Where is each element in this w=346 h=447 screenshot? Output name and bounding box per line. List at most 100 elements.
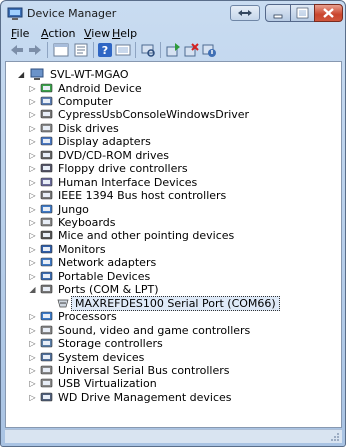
expand-arrow-icon[interactable]: ▷ <box>28 231 37 240</box>
expand-arrow-icon[interactable]: ▷ <box>28 245 37 254</box>
device-category[interactable]: ▷ Universal Serial Bus controllers <box>28 364 328 377</box>
toolbar-separator <box>47 42 48 58</box>
collapse-arrow-icon[interactable]: ◢ <box>28 285 37 294</box>
device-category[interactable]: ▷ Floppy drive controllers <box>28 162 328 175</box>
minimize-button[interactable] <box>265 4 291 22</box>
close-button[interactable] <box>314 4 343 22</box>
menu-view[interactable]: View <box>84 27 110 40</box>
menu-file[interactable]: File <box>11 27 29 40</box>
device-category[interactable]: ▷ System devices <box>28 351 328 364</box>
expand-arrow-icon[interactable]: ▷ <box>28 339 37 348</box>
device-category[interactable]: ▷ Jungo <box>28 203 328 216</box>
device-item[interactable]: MAXREFDES100 Serial Port (COM66) <box>44 295 344 311</box>
title-bar[interactable]: Device Manager <box>1 1 345 27</box>
expand-arrow-icon[interactable]: ▷ <box>28 258 37 267</box>
expand-arrow-icon[interactable]: ▷ <box>28 137 37 146</box>
maximize-button[interactable] <box>290 4 315 22</box>
expand-arrow-icon[interactable]: ▷ <box>28 191 37 200</box>
restore-down-button[interactable] <box>230 5 260 21</box>
expand-arrow-icon[interactable]: ▷ <box>28 97 37 106</box>
device-category-label: IEEE 1394 Bus host controllers <box>58 189 227 203</box>
expand-arrow-icon[interactable]: ▷ <box>28 312 37 321</box>
expand-arrow-icon[interactable]: ▷ <box>28 218 37 227</box>
device-category[interactable]: ▷ Processors <box>28 310 328 323</box>
device-category[interactable]: ▷ Mice and other pointing devices <box>28 229 328 242</box>
device-category[interactable]: ▷ Android Device <box>28 82 328 95</box>
show-hide-tree-icon[interactable] <box>53 42 69 58</box>
device-category-label: Floppy drive controllers <box>58 162 188 176</box>
device-category[interactable]: ▷ IEEE 1394 Bus host controllers <box>28 189 328 202</box>
uninstall-icon[interactable] <box>183 42 199 58</box>
device-category[interactable]: ▷ Network adapters <box>28 256 328 269</box>
device-category-label: Ports (COM & LPT) <box>58 283 159 297</box>
expand-arrow-icon[interactable]: ▷ <box>28 353 37 362</box>
serial-port-icon <box>57 299 69 308</box>
android-device-icon <box>40 83 53 92</box>
expand-arrow-icon[interactable]: ▷ <box>28 178 37 187</box>
device-category[interactable]: ▷ WD Drive Management devices <box>28 391 328 404</box>
resize-grip-icon[interactable] <box>330 432 340 442</box>
device-item-label: MAXREFDES100 Serial Port (COM66) <box>71 295 280 311</box>
device-category[interactable]: ▷ Storage controllers <box>28 337 328 350</box>
computer-root-icon <box>30 68 44 80</box>
minimize-icon <box>273 14 283 19</box>
device-category-label: Android Device <box>58 81 142 95</box>
window-title: Device Manager <box>27 7 117 20</box>
view-icon[interactable] <box>115 42 131 58</box>
expand-arrow-icon[interactable]: ▷ <box>28 84 37 93</box>
device-category-label: Sound, video and game controllers <box>58 323 251 337</box>
close-icon <box>323 8 334 18</box>
device-category[interactable]: ▷ Disk drives <box>28 122 328 135</box>
svg-text:?: ? <box>102 44 108 57</box>
monitor-icon <box>40 244 53 254</box>
device-category[interactable]: ▷ Portable Devices <box>28 270 328 283</box>
device-manager-window: Device Manager File Action View Help ? ◢… <box>0 0 346 447</box>
expand-arrow-icon[interactable]: ▷ <box>28 393 37 402</box>
computer-icon <box>40 96 53 106</box>
device-category[interactable]: ▷ DVD/CD-ROM drives <box>28 149 328 162</box>
device-category-label: Network adapters <box>58 256 157 270</box>
device-tree-panel[interactable]: ◢ SVL-WT-MGAO ▷ Android Device ▷ Computer ▷ C… <box>5 61 342 428</box>
storage-controller-icon <box>40 338 53 348</box>
maximize-icon <box>296 7 309 19</box>
device-category-label: Jungo <box>58 202 89 216</box>
swap-arrows-icon <box>238 10 252 16</box>
device-category-label: Processors <box>58 310 117 324</box>
tree-root[interactable]: ◢ SVL-WT-MGAO <box>18 68 178 81</box>
expand-arrow-icon[interactable]: ▷ <box>28 326 37 335</box>
expand-arrow-icon[interactable]: ▷ <box>28 151 37 160</box>
menu-action[interactable]: Action <box>41 27 75 40</box>
properties-list-icon[interactable] <box>73 42 89 58</box>
device-category[interactable]: ▷ Keyboards <box>28 216 328 229</box>
expand-arrow-icon[interactable]: ▷ <box>28 205 37 214</box>
jungo-icon <box>40 204 53 213</box>
forward-icon[interactable] <box>27 42 43 58</box>
update-driver-icon[interactable] <box>165 42 181 58</box>
device-category[interactable]: ▷ CypressUsbConsoleWindowsDriver <box>28 108 328 121</box>
expand-arrow-icon[interactable]: ▷ <box>28 272 37 281</box>
device-category[interactable]: ▷ Human Interface Devices <box>28 176 328 189</box>
expand-arrow-icon[interactable]: ▷ <box>28 110 37 119</box>
menu-help[interactable]: Help <box>112 27 137 40</box>
device-category[interactable]: ▷ Computer <box>28 95 328 108</box>
wd-drive-icon <box>40 392 53 402</box>
expand-arrow-icon[interactable]: ▷ <box>28 366 37 375</box>
expand-arrow-icon[interactable]: ▷ <box>28 379 37 388</box>
device-category[interactable]: ▷ USB Virtualization <box>28 377 328 390</box>
device-category[interactable]: ▷ Monitors <box>28 243 328 256</box>
back-icon[interactable] <box>9 42 25 58</box>
expand-arrow-icon[interactable]: ▷ <box>28 124 37 133</box>
disable-device-icon[interactable] <box>201 42 217 58</box>
collapse-arrow-icon[interactable]: ◢ <box>18 70 24 79</box>
sound-icon <box>40 325 53 334</box>
device-category[interactable]: ▷ Display adapters <box>28 135 328 148</box>
device-category[interactable]: ▷ Sound, video and game controllers <box>28 324 328 337</box>
root-computer-name: SVL-WT-MGAO <box>50 68 129 81</box>
device-category[interactable]: ◢ Ports (COM & LPT) <box>28 283 328 296</box>
help-icon[interactable]: ? <box>97 42 113 58</box>
expand-arrow-icon[interactable]: ▷ <box>28 164 37 173</box>
floppy-controller-icon <box>40 163 53 173</box>
scan-hardware-icon[interactable] <box>140 42 156 58</box>
toolbar: ? <box>5 41 341 59</box>
device-category-label: Display adapters <box>58 135 151 149</box>
